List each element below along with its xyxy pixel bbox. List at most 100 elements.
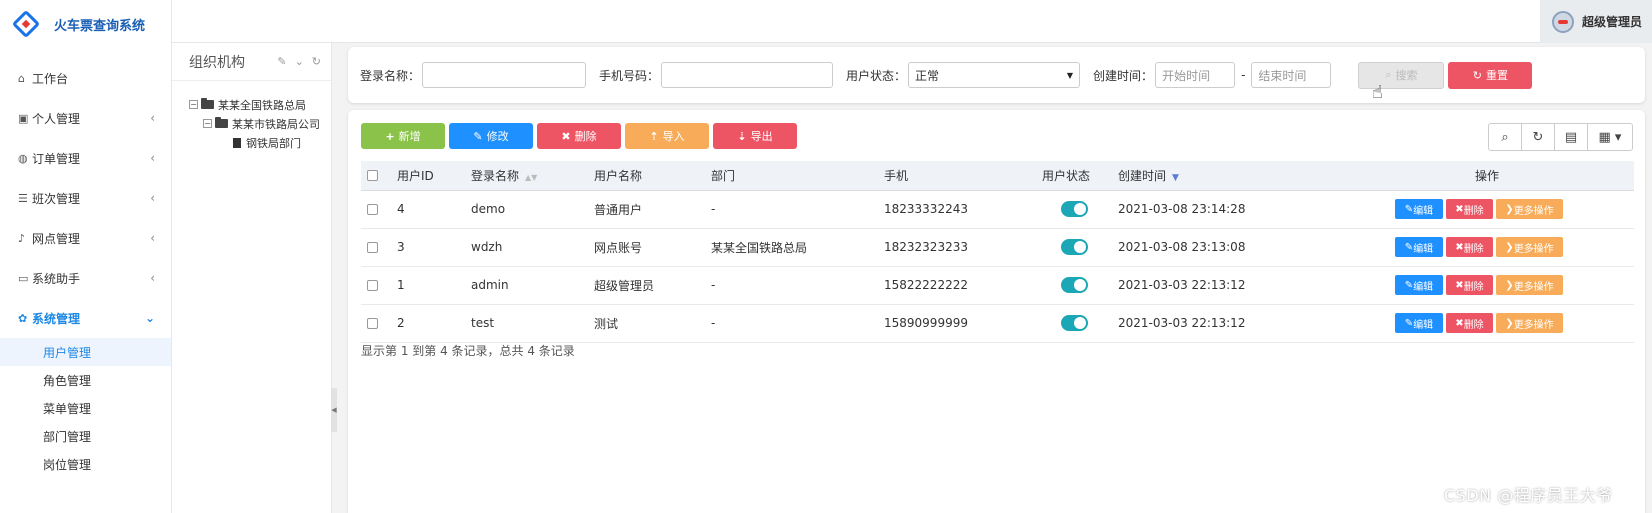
cell-user-id: 2	[391, 304, 465, 343]
edit-button-label: 修改	[486, 130, 509, 143]
status-toggle[interactable]	[1060, 277, 1088, 293]
row-edit-button[interactable]: ✎ 编辑	[1395, 275, 1443, 295]
cell-status	[1036, 266, 1112, 305]
table-tools: ⌕ ↻ ▤ ▦ ▾	[1488, 123, 1633, 151]
close-icon: ✖	[1455, 203, 1464, 215]
sidebar-item-schedules[interactable]: ☰ 班次管理 ‹	[0, 178, 171, 218]
add-button[interactable]: + 新增	[361, 123, 445, 149]
row-checkbox-cell	[361, 266, 391, 305]
sidebar-item-system[interactable]: ✿ 系统管理 ⌄	[0, 298, 171, 338]
cell-login-name: test	[465, 304, 588, 343]
row-checkbox[interactable]	[367, 204, 378, 215]
row-delete-button[interactable]: ✖ 删除	[1446, 313, 1493, 333]
table-row[interactable]: 4 demo 普通用户 - 18233332243 2021-03-08 23:…	[361, 190, 1634, 229]
folder-open-icon	[215, 117, 228, 128]
row-more-button[interactable]: ❯ 更多操作	[1496, 275, 1563, 295]
table-row[interactable]: 1 admin 超级管理员 - 15822222222 2021-03-03 2…	[361, 266, 1634, 305]
row-checkbox[interactable]	[367, 280, 378, 291]
grid-icon: ▦ ▾	[1598, 129, 1622, 145]
table-row[interactable]: 3 wdzh 网点账号 某某全国铁路总局 18232323233 2021-03…	[361, 228, 1634, 267]
brand[interactable]: 火车票查询系统	[0, 0, 171, 48]
login-name-input[interactable]	[422, 62, 587, 88]
select-all-checkbox[interactable]	[367, 170, 378, 182]
row-more-button[interactable]: ❯ 更多操作	[1496, 199, 1563, 219]
row-edit-button[interactable]: ✎ 编辑	[1395, 199, 1443, 219]
subnav-item-roles[interactable]: 角色管理	[0, 366, 171, 394]
refresh-icon[interactable]: ↻	[312, 55, 321, 68]
edit-icon[interactable]: ✎	[277, 55, 286, 68]
sidebar-item-assistant[interactable]: ▭ 系统助手 ‹	[0, 258, 171, 298]
search-form: 登录名称： 手机号码： 用户状态： 正常 ▼ 创建时间： 开始时间 - 结束时间…	[348, 47, 1645, 103]
panel-collapse-handle[interactable]: ◀	[331, 388, 337, 432]
sidebar-item-personal[interactable]: ▣ 个人管理 ‹	[0, 98, 171, 138]
list-icon: ▤	[1564, 129, 1578, 145]
export-button[interactable]: ⇣ 导出	[713, 123, 797, 149]
subnav-item-menus[interactable]: 菜单管理	[0, 394, 171, 422]
row-more-button[interactable]: ❯ 更多操作	[1496, 313, 1563, 333]
end-time-input[interactable]: 结束时间	[1251, 62, 1332, 88]
column-header[interactable]: 部门	[705, 161, 878, 191]
edit-button[interactable]: ✎ 修改	[449, 123, 533, 149]
sidebar-item-outlets[interactable]: ♪ 网点管理 ‹	[0, 218, 171, 258]
refresh-button[interactable]: ↻	[1521, 123, 1555, 151]
columns-button[interactable]: ▦ ▾	[1587, 123, 1633, 151]
bell-icon: ♪	[18, 231, 26, 245]
cell-user-id: 4	[391, 190, 465, 229]
column-header[interactable]: 登录名称 ▲▼	[465, 161, 588, 191]
sidebar-item-orders[interactable]: ◍ 订单管理 ‹	[0, 138, 171, 178]
import-button[interactable]: ⇡ 导入	[625, 123, 709, 149]
folder-open-icon	[201, 98, 214, 109]
row-more-label: 更多操作	[1513, 281, 1554, 293]
row-delete-button[interactable]: ✖ 删除	[1446, 237, 1493, 257]
chevron-down-icon[interactable]: ⌄	[295, 55, 304, 68]
delete-button[interactable]: ✖ 删除	[537, 123, 621, 149]
cell-created: 2021-03-08 23:14:28	[1112, 190, 1312, 229]
collapse-icon[interactable]: −	[203, 119, 212, 128]
status-toggle[interactable]	[1060, 239, 1088, 255]
cell-login-name: wdzh	[465, 228, 588, 267]
phone-input[interactable]	[661, 62, 834, 88]
row-more-label: 更多操作	[1513, 205, 1554, 217]
tree-node[interactable]: − 某某全国铁路总局	[189, 95, 331, 114]
row-delete-label: 删除	[1463, 319, 1484, 331]
column-header[interactable]: 用户状态	[1036, 161, 1112, 191]
chevron-left-icon: ‹	[150, 271, 155, 285]
toggle-view-button[interactable]: ▤	[1554, 123, 1588, 151]
subnav-item-departments[interactable]: 部门管理	[0, 422, 171, 450]
org-panel: 组织机构 ✎ ⌄ ↻ − 某某全国铁路总局 − 某某市铁路局公司 钢铁局部门	[172, 43, 332, 513]
chevron-left-icon: ‹	[150, 191, 155, 205]
sidebar-item-workbench[interactable]: ⌂ 工作台	[0, 58, 171, 98]
start-time-input[interactable]: 开始时间	[1155, 62, 1236, 88]
row-delete-button[interactable]: ✖ 删除	[1446, 275, 1493, 295]
watermark: CSDN @程序员王大爷	[1444, 486, 1613, 505]
search-toggle-button[interactable]: ⌕	[1488, 123, 1522, 151]
status-toggle[interactable]	[1060, 201, 1088, 217]
status-toggle[interactable]	[1060, 315, 1088, 331]
reset-button[interactable]: ↻ 重置	[1448, 61, 1533, 89]
tree-node-label: 某某市铁路局公司	[232, 117, 320, 131]
column-header[interactable]: 创建时间 ▼	[1112, 161, 1312, 191]
row-more-label: 更多操作	[1513, 319, 1554, 331]
column-header[interactable]: 手机	[878, 161, 1036, 191]
column-header[interactable]: 用户ID	[391, 161, 465, 191]
row-edit-button[interactable]: ✎ 编辑	[1395, 237, 1443, 257]
row-delete-button[interactable]: ✖ 删除	[1446, 199, 1493, 219]
row-checkbox[interactable]	[367, 242, 378, 253]
cell-status	[1036, 228, 1112, 267]
column-header[interactable]: 用户名称	[588, 161, 705, 191]
row-edit-button[interactable]: ✎ 编辑	[1395, 313, 1443, 333]
chevron-left-icon: ‹	[150, 111, 155, 125]
status-select[interactable]: 正常 ▼	[908, 62, 1081, 88]
subnav-item-users[interactable]: 用户管理	[0, 338, 171, 366]
edit-icon: ✎	[1404, 241, 1414, 253]
row-checkbox[interactable]	[367, 318, 378, 329]
tree-node[interactable]: 钢铁局部门	[189, 133, 331, 152]
collapse-icon[interactable]: −	[189, 100, 198, 109]
user-menu[interactable]: 超级管理员	[1540, 0, 1652, 43]
cell-phone: 15890999999	[878, 304, 1036, 343]
subnav-item-posts[interactable]: 岗位管理	[0, 450, 171, 478]
cell-created: 2021-03-03 22:13:12	[1112, 304, 1312, 343]
table-row[interactable]: 2 test 测试 - 15890999999 2021-03-03 22:13…	[361, 304, 1634, 343]
tree-node[interactable]: − 某某市铁路局公司	[189, 114, 331, 133]
row-more-button[interactable]: ❯ 更多操作	[1496, 237, 1563, 257]
